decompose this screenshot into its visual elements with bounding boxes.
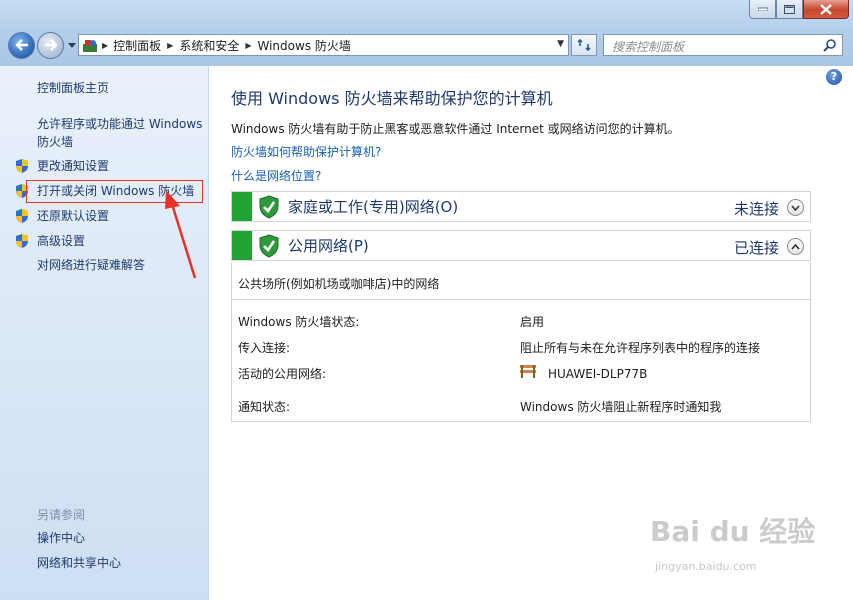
network-name: 家庭或工作(专用)网络(O)	[288, 198, 459, 216]
arrow-right-icon	[44, 39, 58, 51]
detail-value: Windows 防火墙阻止新程序时通知我	[520, 400, 722, 414]
address-bar[interactable]: ▶ 控制面板 ▶ 系统和安全 ▶ Windows 防火墙 ▼	[78, 34, 569, 56]
sidebar-item-label: 还原默认设置	[37, 209, 110, 223]
breadcrumb: 控制面板 ▶ 系统和安全 ▶ Windows 防火墙	[113, 37, 351, 54]
help-icon[interactable]: ?	[826, 69, 842, 85]
maximize-button[interactable]	[776, 0, 803, 19]
detail-label: 活动的公用网络:	[238, 367, 327, 381]
chevron-up-icon	[791, 243, 800, 250]
collapse-button[interactable]	[787, 238, 804, 255]
detail-label: Windows 防火墙状态:	[238, 315, 360, 329]
breadcrumb-separator-icon: ▶	[102, 40, 109, 50]
arrow-left-icon	[14, 39, 28, 51]
window-controls	[749, 0, 849, 19]
expand-button[interactable]	[787, 199, 804, 216]
divider	[232, 299, 810, 300]
see-also-heading: 另请参阅	[37, 508, 86, 522]
detail-value: 启用	[520, 315, 545, 329]
breadcrumb-control-panel[interactable]: 控制面板	[113, 37, 161, 54]
minimize-icon	[757, 7, 768, 11]
shield-icon	[16, 233, 28, 248]
sidebar-item-advanced[interactable]: 高级设置	[14, 232, 85, 249]
search-icon[interactable]	[823, 38, 837, 52]
shield-check-icon	[259, 233, 279, 258]
sidebar: 控制面板主页 允许程序或功能通过 Windows 防火墙 更改通知设置 打开或关…	[0, 66, 209, 600]
address-history-dropdown[interactable]: ▼	[557, 39, 564, 49]
breadcrumb-separator-icon[interactable]: ▶	[245, 41, 251, 50]
detail-label: 传入连接:	[238, 341, 291, 355]
sidebar-item-label: 高级设置	[37, 234, 86, 248]
network-description: 公共场所(例如机场或咖啡店)中的网络	[238, 277, 440, 291]
sidebar-item-label: 更改通知设置	[37, 159, 110, 173]
control-panel-icon	[79, 35, 101, 55]
active-network-name: HUAWEI-DLP77B	[548, 367, 648, 381]
back-button[interactable]	[8, 31, 35, 59]
close-button[interactable]	[803, 0, 849, 19]
breadcrumb-windows-firewall[interactable]: Windows 防火墙	[258, 37, 351, 54]
breadcrumb-separator-icon[interactable]: ▶	[167, 41, 173, 50]
refresh-button[interactable]	[571, 34, 597, 56]
chevron-down-icon	[68, 42, 76, 48]
see-also-action-center[interactable]: 操作中心	[37, 529, 85, 547]
search-placeholder: 搜索控制面板	[612, 40, 685, 54]
recent-pages-dropdown[interactable]	[65, 38, 79, 52]
sidebar-home-link[interactable]: 控制面板主页	[37, 79, 109, 97]
minimize-button[interactable]	[749, 0, 776, 19]
window-titlebar: ▶ 控制面板 ▶ 系统和安全 ▶ Windows 防火墙 ▼ 搜索控制面板	[0, 0, 853, 66]
network-status: 未连接	[733, 200, 779, 218]
sidebar-item-restore-defaults[interactable]: 还原默认设置	[14, 207, 109, 224]
network-status-bar	[232, 231, 252, 260]
network-name: 公用网络(P)	[288, 237, 369, 255]
shield-icon	[16, 208, 28, 223]
watermark-url: jingyan.baidu.com	[655, 560, 757, 573]
nav-buttons	[8, 30, 79, 60]
breadcrumb-system-security[interactable]: 系统和安全	[179, 37, 239, 54]
chevron-down-icon	[791, 204, 800, 211]
how-firewall-helps-link[interactable]: 防火墙如何帮助保护计算机?	[231, 143, 381, 160]
public-network-details: 公共场所(例如机场或咖啡店)中的网络 Windows 防火墙状态: 启用 传入连…	[231, 263, 811, 422]
sidebar-allow-programs-link[interactable]: 允许程序或功能通过 Windows 防火墙	[37, 115, 205, 151]
sidebar-troubleshoot-link[interactable]: 对网络进行疑难解答	[37, 256, 145, 274]
private-network-header[interactable]: 家庭或工作(专用)网络(O) 未连接	[231, 191, 811, 222]
public-network-icon	[520, 365, 536, 378]
see-also-network-center[interactable]: 网络和共享中心	[37, 554, 121, 572]
detail-label: 通知状态:	[238, 400, 291, 414]
refresh-icon	[577, 38, 591, 52]
page-description: Windows 防火墙有助于防止黑客或恶意软件通过 Internet 或网络访问…	[231, 122, 680, 136]
network-status-bar	[232, 192, 252, 221]
shield-icon	[16, 158, 28, 173]
close-icon	[820, 3, 832, 15]
watermark-text: Bai du 经验	[650, 515, 816, 548]
annotation-arrow-icon	[165, 190, 197, 279]
network-status: 已连接	[733, 239, 779, 257]
shield-check-icon	[259, 194, 279, 219]
page-title: 使用 Windows 防火墙来帮助保护您的计算机	[231, 89, 553, 108]
watermark-logo: Bai du 经验	[650, 510, 815, 550]
maximize-icon	[784, 4, 795, 14]
search-input[interactable]: 搜索控制面板	[603, 34, 843, 56]
forward-button[interactable]	[37, 31, 64, 59]
network-location-link[interactable]: 什么是网络位置?	[231, 167, 321, 184]
detail-value: 阻止所有与未在允许程序列表中的程序的连接	[520, 341, 761, 355]
sidebar-item-notifications[interactable]: 更改通知设置	[14, 157, 109, 174]
public-network-header[interactable]: 公用网络(P) 已连接	[231, 230, 811, 261]
